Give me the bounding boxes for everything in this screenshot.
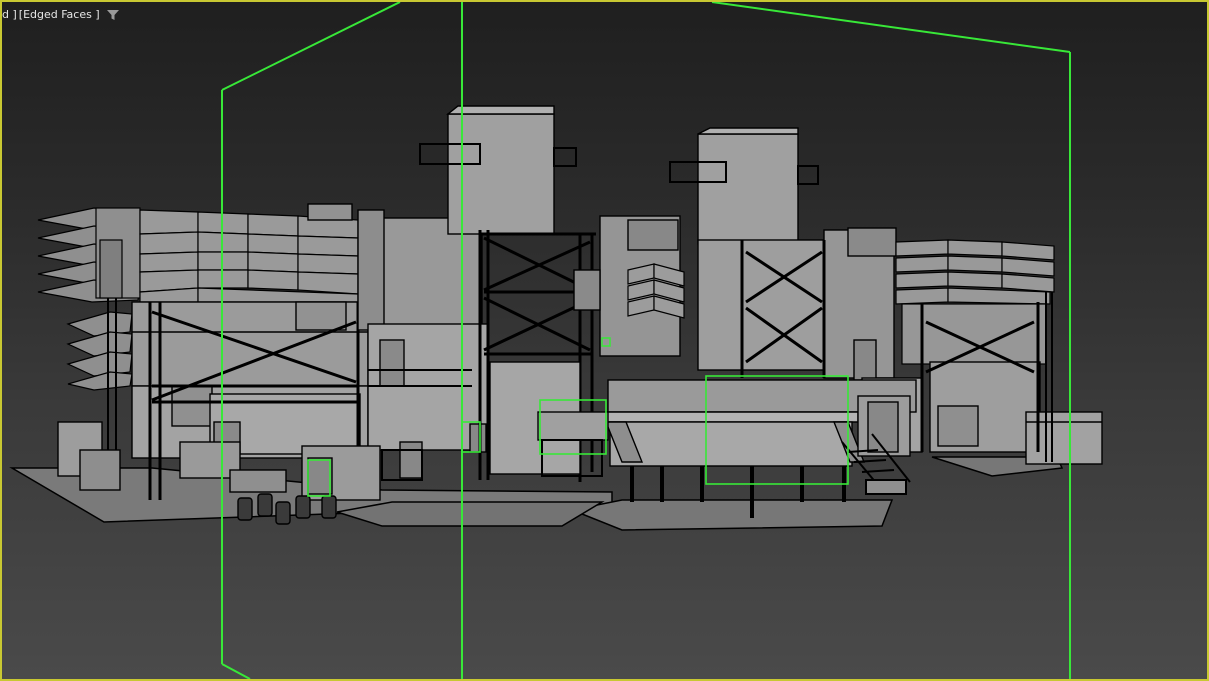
funnel-icon[interactable] [106,9,120,21]
viewport-label[interactable]: d ] [Edged Faces ] [2,8,120,21]
viewport-perspective[interactable]: d ] [Edged Faces ] [0,0,1209,681]
left-louver-unit [37,207,141,391]
center-right-stack [669,127,897,381]
left-roof-panels [139,209,359,303]
center-left-block [367,323,489,481]
viewport-name-label[interactable]: d ] [2,8,17,21]
shading-mode-label[interactable]: [Edged Faces ] [19,8,100,21]
center-louver-panels [627,263,685,319]
foreground-module [604,379,917,518]
scene-canvas[interactable] [2,2,1207,679]
